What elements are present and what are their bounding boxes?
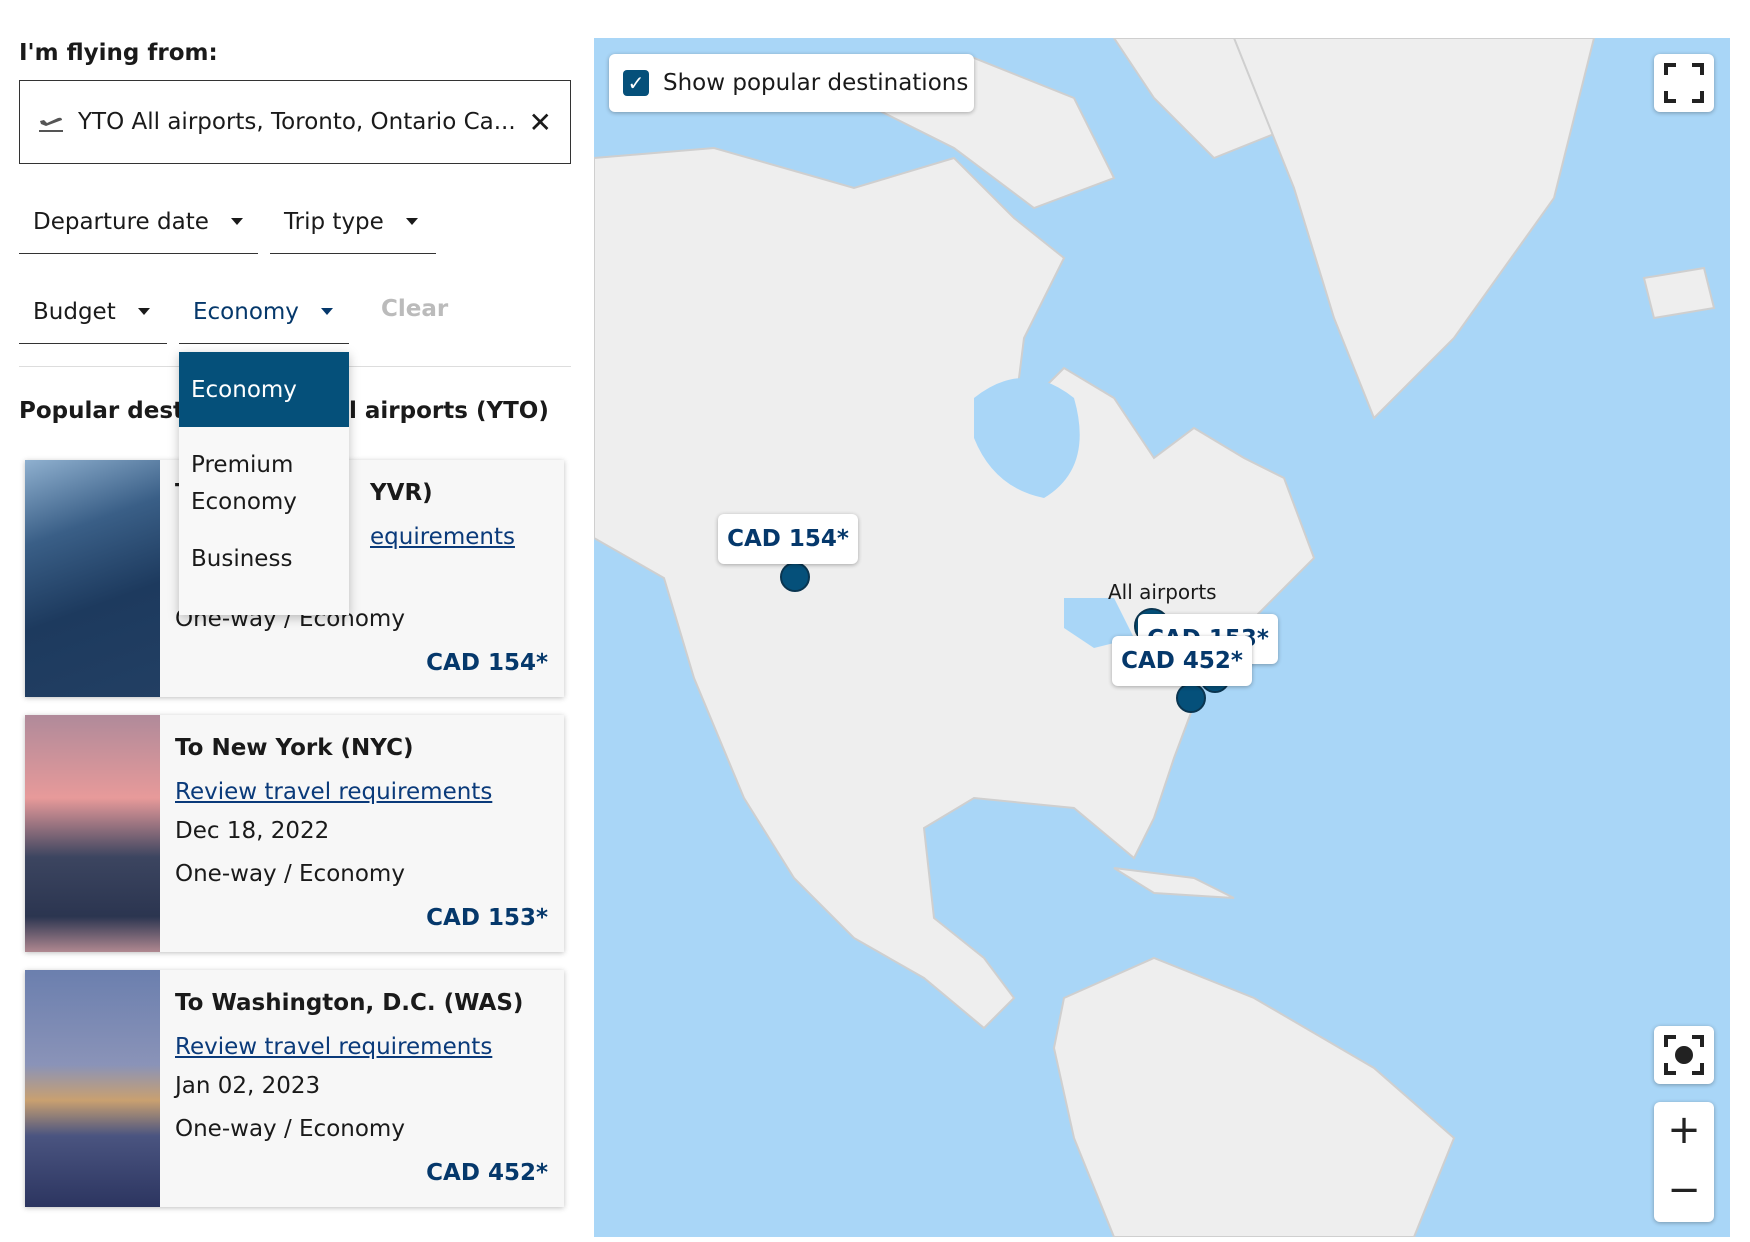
destination-marker[interactable] bbox=[780, 562, 810, 592]
show-popular-toggle[interactable]: ✓ Show popular destinations bbox=[609, 54, 974, 112]
departure-date-label: Departure date bbox=[33, 208, 209, 235]
card-title: To New York (NYC) bbox=[175, 735, 414, 761]
destination-card[interactable]: To Washington, D.C. (WAS) Review travel … bbox=[25, 970, 564, 1207]
destination-marker[interactable] bbox=[1176, 683, 1206, 713]
caret-down-icon bbox=[137, 308, 150, 315]
destination-image bbox=[25, 715, 160, 952]
origin-label: All airports bbox=[1108, 580, 1217, 604]
trip-type-label: Trip type bbox=[284, 208, 384, 235]
zoom-out-icon[interactable]: − bbox=[1667, 1162, 1701, 1222]
caret-down-icon bbox=[230, 218, 243, 225]
plane-departure-icon bbox=[39, 117, 63, 132]
south-america-land bbox=[1052, 956, 1456, 1237]
destination-image bbox=[25, 970, 160, 1207]
menu-option-premium-economy[interactable]: Premium Economy bbox=[179, 427, 349, 521]
cuba-land bbox=[1113, 867, 1235, 899]
budget-dropdown[interactable]: Budget bbox=[19, 280, 167, 344]
trip-type-dropdown[interactable]: Trip type bbox=[270, 190, 436, 254]
locate-icon bbox=[1664, 1035, 1704, 1075]
menu-option-business[interactable]: Business bbox=[179, 521, 349, 572]
departure-date-dropdown[interactable]: Departure date bbox=[19, 190, 258, 254]
card-title-right: YVR) bbox=[370, 480, 433, 506]
price-tag[interactable]: CAD 154* bbox=[718, 514, 858, 564]
cabin-dropdown[interactable]: Economy bbox=[179, 280, 349, 344]
review-requirements-link[interactable]: Review travel requirements bbox=[175, 779, 492, 805]
review-requirements-link[interactable]: equirements bbox=[370, 524, 515, 550]
origin-value: YTO All airports, Toronto, Ontario Ca... bbox=[78, 109, 516, 135]
map[interactable]: ✓ Show popular destinations + − CAD 154*… bbox=[594, 38, 1730, 1237]
show-popular-label: Show popular destinations bbox=[663, 70, 969, 96]
fullscreen-icon bbox=[1664, 63, 1704, 103]
destination-card[interactable]: To New York (NYC) Review travel requirem… bbox=[25, 715, 564, 952]
card-trip-type: One-way / Economy bbox=[175, 861, 405, 887]
card-price: CAD 452* bbox=[426, 1160, 548, 1186]
review-requirements-link[interactable]: Review travel requirements bbox=[175, 1034, 492, 1060]
card-date: Jan 02, 2023 bbox=[175, 1073, 321, 1099]
cabin-menu: Economy Premium Economy Business bbox=[179, 352, 349, 615]
card-price: CAD 154* bbox=[426, 650, 548, 676]
checkbox-checked-icon[interactable]: ✓ bbox=[623, 70, 649, 96]
card-title: To Washington, D.C. (WAS) bbox=[175, 990, 524, 1016]
iceland-land bbox=[1642, 266, 1716, 320]
card-price: CAD 153* bbox=[426, 905, 548, 931]
card-trip-type: One-way / Economy bbox=[175, 1116, 405, 1142]
card-date: Dec 18, 2022 bbox=[175, 818, 330, 844]
popular-heading-right: l airports (YTO) bbox=[349, 398, 549, 424]
zoom-controls: + − bbox=[1654, 1102, 1714, 1222]
zoom-in-icon[interactable]: + bbox=[1667, 1102, 1701, 1162]
locate-button[interactable] bbox=[1654, 1026, 1714, 1084]
origin-label: I'm flying from: bbox=[19, 40, 218, 66]
fullscreen-button[interactable] bbox=[1654, 54, 1714, 112]
caret-down-icon bbox=[405, 218, 418, 225]
clear-button[interactable]: Clear bbox=[381, 296, 448, 322]
caret-down-icon bbox=[320, 308, 333, 315]
menu-option-economy[interactable]: Economy bbox=[179, 352, 349, 427]
close-icon[interactable]: ✕ bbox=[529, 106, 552, 139]
budget-label: Budget bbox=[33, 298, 116, 325]
cabin-label: Economy bbox=[193, 298, 299, 325]
price-tag[interactable]: CAD 452* bbox=[1112, 636, 1252, 686]
greenland-land bbox=[1232, 38, 1596, 420]
destination-image bbox=[25, 460, 160, 697]
origin-input[interactable]: YTO All airports, Toronto, Ontario Ca...… bbox=[19, 80, 571, 164]
